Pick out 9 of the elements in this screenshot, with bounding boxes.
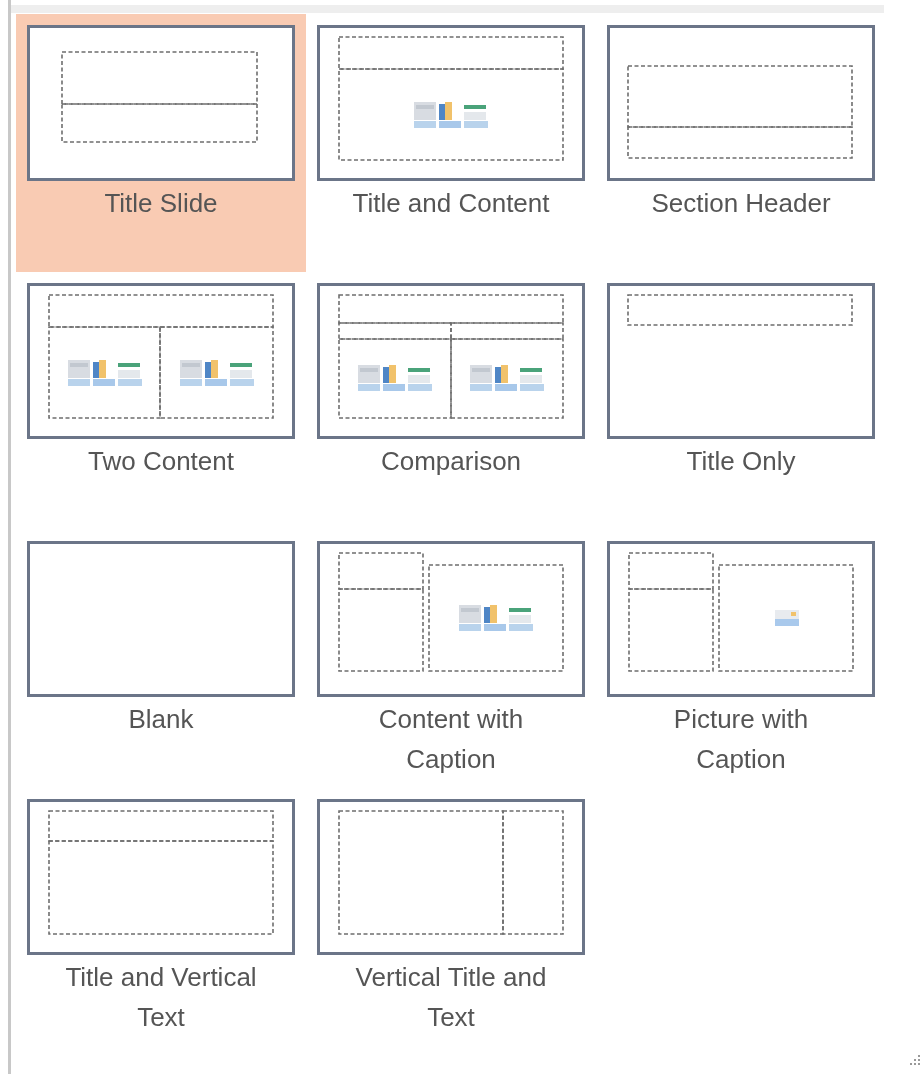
content-placeholder-icon: [358, 365, 432, 391]
content-placeholder-icon: [68, 360, 142, 386]
resize-grip-icon: [909, 1054, 921, 1066]
layout-option[interactable]: Title Slide: [16, 14, 306, 272]
content-placeholder-icon: [414, 102, 488, 128]
content-placeholder-icon: [470, 365, 544, 391]
content-placeholder-icon: [180, 360, 254, 386]
content-placeholder-icon: [459, 605, 533, 631]
picture-placeholder-icon: [775, 610, 799, 626]
